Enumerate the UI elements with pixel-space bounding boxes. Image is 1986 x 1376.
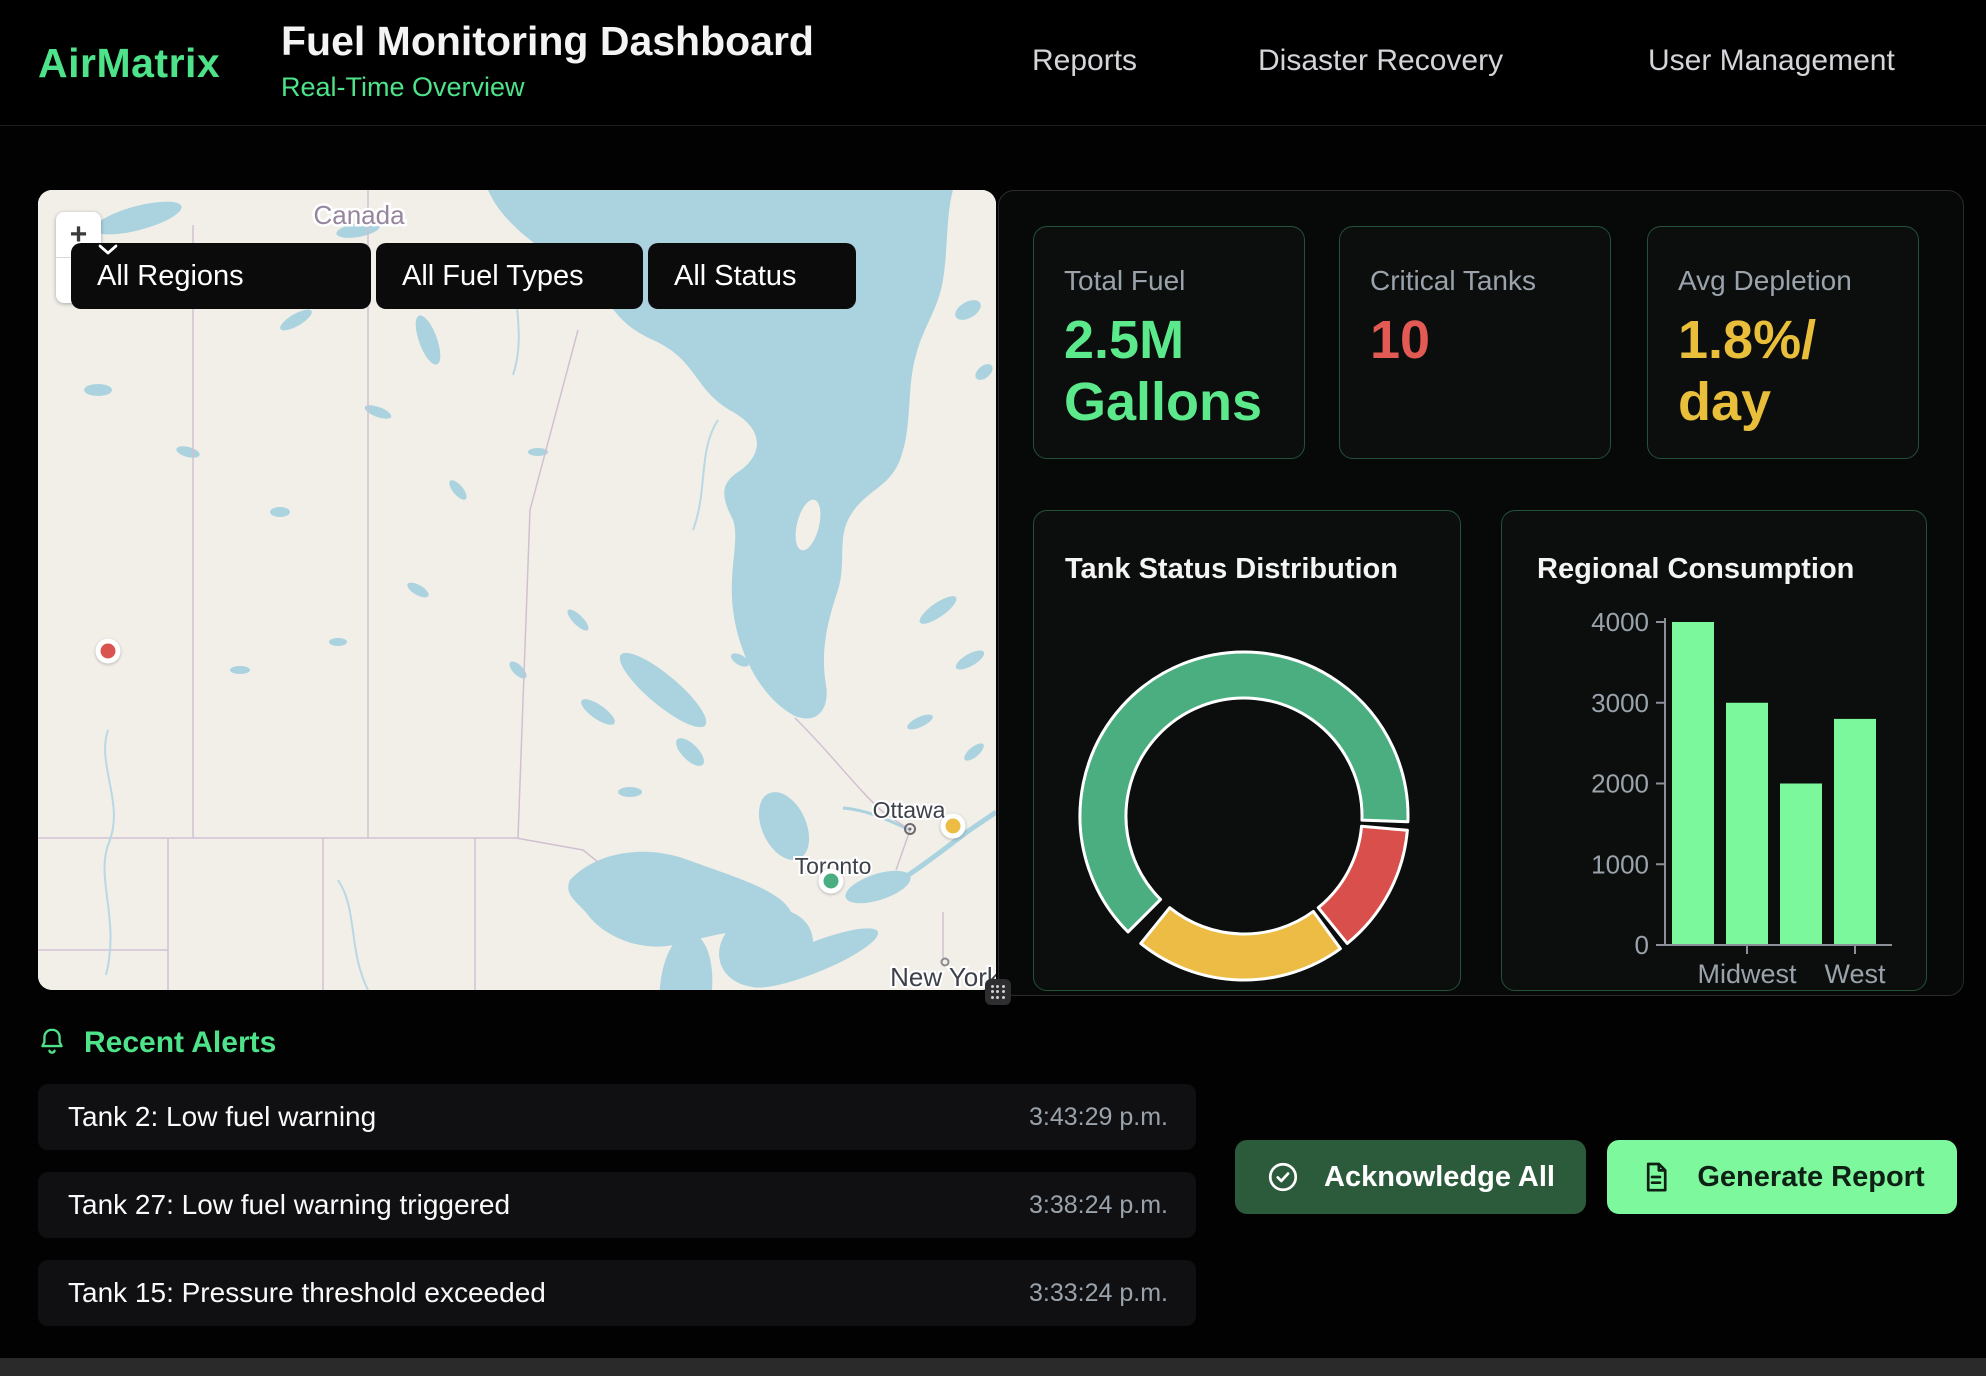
alert-text: Tank 15: Pressure threshold exceeded [68,1277,546,1309]
map-label-new-york: New York [890,962,996,990]
nav-item-disaster-recovery[interactable]: Disaster Recovery [1258,44,1503,78]
acknowledge-all-label: Acknowledge All [1324,1161,1555,1194]
svg-text:2000: 2000 [1591,769,1649,799]
stat-label: Avg Depletion [1678,265,1890,297]
tank-marker-normal[interactable] [819,869,844,894]
svg-text:Midwest: Midwest [1697,959,1797,989]
svg-text:West: West [1824,959,1886,989]
bell-icon [38,1026,66,1058]
alert-row: Tank 2: Low fuel warning 3:43:29 p.m. [38,1084,1196,1150]
tank-status-chart-card: Tank Status Distribution [1033,510,1461,991]
svg-text:3000: 3000 [1591,688,1649,718]
map-art: Canada Ottawa Toronto New York [38,190,996,990]
svg-text:4000: 4000 [1591,607,1649,637]
app-logo: AirMatrix [38,40,220,87]
alert-text: Tank 2: Low fuel warning [68,1101,376,1133]
stat-card-critical-tanks: Critical Tanks 10 [1339,226,1611,459]
alerts-section-title: Recent Alerts [84,1026,276,1060]
regional-consumption-chart-card: Regional Consumption 0 1000 2000 3000 4000 Mi… [1501,510,1927,991]
region-filter-label: All Regions [97,260,244,293]
metrics-panel: Total Fuel 2.5M Gallons Critical Tanks 1… [998,190,1964,996]
chevron-down-icon [97,243,119,256]
stat-card-total-fuel: Total Fuel 2.5M Gallons [1033,226,1305,459]
bottom-scrollbar[interactable] [0,1358,1986,1376]
nav-item-reports[interactable]: Reports [1032,44,1137,78]
map-panel: Canada Ottawa Toronto New York + − All R… [38,190,996,990]
alert-row: Tank 27: Low fuel warning triggered 3:38… [38,1172,1196,1238]
status-filter-dropdown[interactable]: All Status [648,243,856,309]
header: AirMatrix Fuel Monitoring Dashboard Real… [0,0,1986,126]
stat-value: 10 [1370,309,1582,371]
nav-item-user-management[interactable]: User Management [1648,44,1895,78]
chart-title: Tank Status Distribution [1065,553,1398,586]
dashboard: AirMatrix Fuel Monitoring Dashboard Real… [0,0,1986,1376]
stat-value: 2.5M Gallons [1064,309,1276,433]
chart-title: Regional Consumption [1537,553,1854,586]
stat-value: 1.8%/ day [1678,309,1890,433]
alert-time: 3:33:24 p.m. [1029,1279,1168,1308]
stat-label: Critical Tanks [1370,265,1582,297]
map-label-canada: Canada [313,200,405,230]
status-filter-label: All Status [674,260,797,293]
stat-card-avg-depletion: Avg Depletion 1.8%/ day [1647,226,1919,459]
check-circle-icon [1266,1160,1300,1194]
acknowledge-all-button[interactable]: Acknowledge All [1235,1140,1586,1214]
generate-report-button[interactable]: Generate Report [1607,1140,1957,1214]
tank-marker-critical[interactable] [96,639,121,664]
document-icon [1639,1160,1673,1194]
alert-text: Tank 27: Low fuel warning triggered [68,1189,510,1221]
page-title: Fuel Monitoring Dashboard [281,18,814,65]
svg-text:1000: 1000 [1591,849,1649,879]
alert-row: Tank 15: Pressure threshold exceeded 3:3… [38,1260,1196,1326]
map-label-ottawa: Ottawa [873,797,946,823]
page-subtitle: Real-Time Overview [281,72,525,103]
stat-label: Total Fuel [1064,265,1276,297]
fuel-type-filter-label: All Fuel Types [402,260,584,293]
map-canvas[interactable]: Canada Ottawa Toronto New York + − All R… [38,190,996,990]
map-resize-handle[interactable] [985,979,1011,1005]
alert-time: 3:43:29 p.m. [1029,1103,1168,1132]
generate-report-label: Generate Report [1697,1161,1924,1194]
fuel-type-filter-dropdown[interactable]: All Fuel Types [376,243,643,309]
map-filter-bar: All Regions All Fuel Types All Status [71,243,856,309]
alert-time: 3:38:24 p.m. [1029,1191,1168,1220]
tank-marker-warning[interactable] [941,814,966,839]
svg-text:0: 0 [1635,930,1649,960]
